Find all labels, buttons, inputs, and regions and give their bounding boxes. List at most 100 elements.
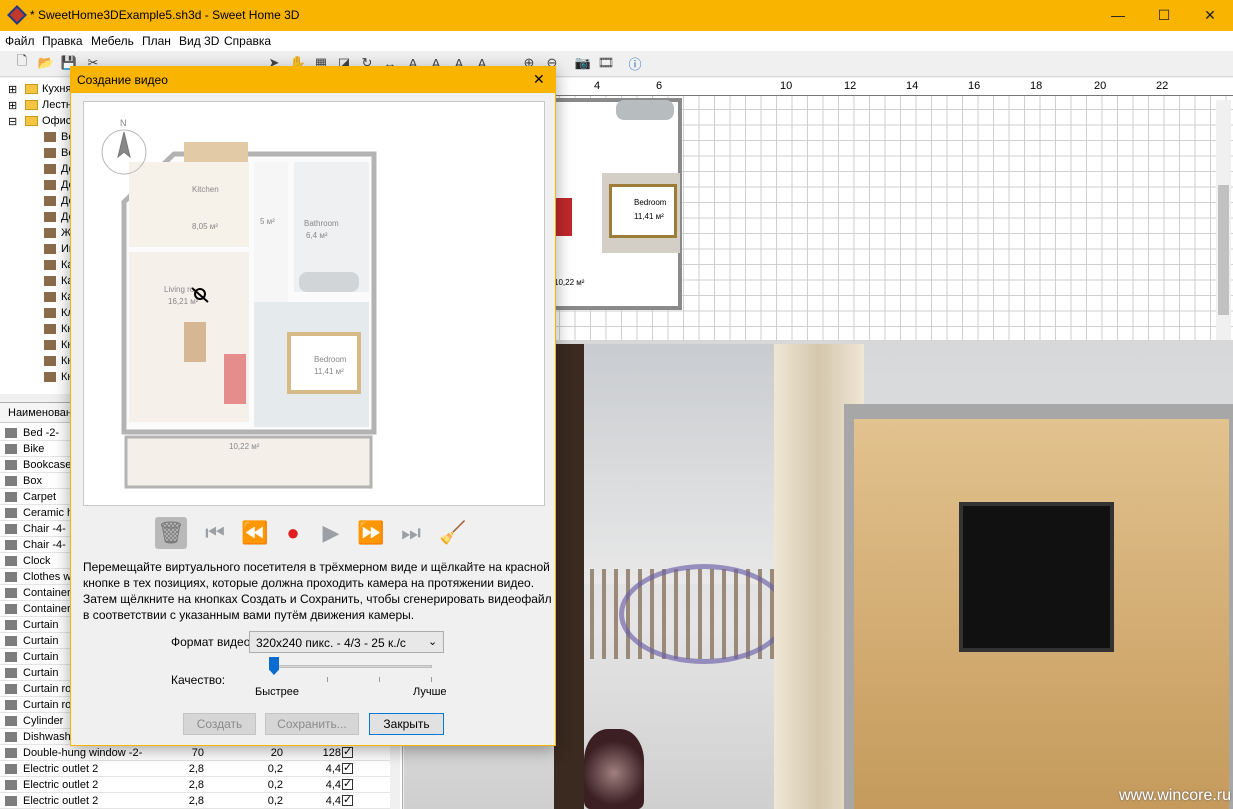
quality-slider-thumb[interactable] [269,657,279,675]
cell-name: Cylinder [23,715,64,727]
dialog-title: Создание видео [77,73,168,87]
cell-name: Ceramic h [23,507,74,519]
cell-w: 2,8 [188,763,204,775]
preview-living-name: Living ro [164,285,195,294]
cell-name: Carpet [23,491,57,503]
go-to-start-icon[interactable]: ⏮ [199,517,231,549]
cell-w: 2,8 [188,779,204,791]
video-format-select[interactable]: 320x240 пикс. - 4/3 - 25 к./с ⌄ [249,631,444,653]
cell-name: Curtain ro [23,683,72,695]
app-icon [7,5,27,25]
furniture-icon [5,604,17,614]
cell-name: Chair -4- [23,539,66,551]
quality-label: Качество: [171,673,226,687]
furniture-icon [5,460,17,470]
collapse-icon[interactable]: ⊟ [8,115,17,128]
menu-plan[interactable]: План [142,34,171,48]
plan-vertical-scrollbar[interactable] [1216,100,1231,340]
minimize-button[interactable]: — [1095,0,1141,31]
vase-3d [584,729,644,809]
visible-checkbox[interactable]: ✓ [342,747,353,758]
menu-furniture[interactable]: Мебель [91,34,134,48]
cell-name: Box [23,475,42,487]
furniture-icon [5,684,17,694]
title-bar: * SweetHome3DExample5.sh3d - Sweet Home … [0,0,1233,31]
furniture-icon [44,244,56,254]
visible-checkbox[interactable]: ✓ [342,763,353,774]
menu-edit[interactable]: Правка [42,34,83,48]
preview-kitchen-name: Kitchen [192,185,219,194]
furniture-icon [44,132,56,142]
plan-bathtub [616,100,674,120]
menu-3d-view[interactable]: Вид 3D [179,34,219,48]
compass-north: N [120,118,127,128]
close-dialog-button[interactable]: Закрыть [369,713,444,735]
ruler-label: 10 [780,80,793,92]
expand-icon[interactable]: ⊞ [8,83,17,96]
save-button[interactable]: Сохранить... [265,713,359,735]
cell-name: Curtain [23,667,59,679]
cell-name: Bookcase [23,459,72,471]
delete-path-icon[interactable]: 🗑 [155,517,187,549]
ruler-label: 14 [906,80,919,92]
table-row[interactable]: Electric outlet 2 2,8 0,2 4,4 ✓ [0,793,400,809]
furniture-icon [5,796,17,806]
folder-icon [25,100,38,110]
furniture-icon [44,356,56,366]
ruler-label: 22 [1156,80,1169,92]
help-icon[interactable]: ⓘ [626,54,644,72]
table-row[interactable]: Electric outlet 2 2,8 0,2 4,4 ✓ [0,761,400,777]
close-button[interactable]: ✕ [1187,0,1233,31]
maximize-button[interactable]: ☐ [1141,0,1187,31]
menu-help[interactable]: Справка [224,34,271,48]
expand-icon[interactable]: ⊞ [8,99,17,112]
furniture-icon [44,276,56,286]
ruler-label: 16 [968,80,981,92]
cell-d: 20 [270,747,283,759]
rewind-icon[interactable]: ⏪ [239,517,271,549]
video-icon[interactable]: 🎞 [597,54,615,72]
go-to-end-icon[interactable]: ⏭ [395,517,427,549]
ruler-label: 6 [656,80,663,92]
furniture-icon [5,780,17,790]
photo-icon[interactable]: 📷 [574,54,592,72]
cell-d: 0,2 [267,763,283,775]
record-icon[interactable]: ● [277,517,309,549]
cell-h: 128 [322,747,341,759]
chevron-down-icon: ⌄ [428,636,438,648]
furniture-icon [44,196,56,206]
furniture-icon [5,428,17,438]
open-icon[interactable]: 📂 [37,54,55,72]
new-icon[interactable]: 🗋 [13,53,31,72]
furniture-icon [5,572,17,582]
folder-icon [25,84,38,94]
furniture-icon [5,524,17,534]
column-name-header[interactable]: Наименован [8,407,72,419]
preview-bathroom-name: Bathroom [304,219,339,228]
cell-name: Container [23,603,71,615]
video-format-label: Формат видео: [171,635,254,649]
tree-label: Лестн [42,99,72,111]
fast-forward-icon[interactable]: ⏩ [355,517,387,549]
furniture-icon [5,652,17,662]
table-row[interactable]: Double-hung window -2- 70 20 128 ✓ [0,745,400,761]
create-button[interactable]: Создать [183,713,256,735]
cell-name: Curtain [23,635,59,647]
cell-name: Electric outlet 2 [23,779,99,791]
furniture-icon [5,668,17,678]
dialog-close-icon[interactable]: ✕ [533,71,545,88]
furniture-icon [5,556,17,566]
furniture-icon [44,324,56,334]
ruler-label: 18 [1030,80,1043,92]
preview-balcony-area: 10,22 м² [229,442,260,451]
clear-icon[interactable]: 🧹 [437,517,469,549]
visible-checkbox[interactable]: ✓ [342,779,353,790]
path-preview[interactable]: N Kitchen 8,05 м² 5 м² Bathroom 6,4 м² L… [83,101,545,506]
cell-name: Curtain [23,651,59,663]
play-icon[interactable]: ▶ [315,517,347,549]
preview-bathroom-area: 6,4 м² [306,231,328,240]
visible-checkbox[interactable]: ✓ [342,795,353,806]
quality-min-label: Быстрее [255,686,300,698]
table-row[interactable]: Electric outlet 2 2,8 0,2 4,4 ✓ [0,777,400,793]
menu-file[interactable]: Файл [5,34,35,48]
